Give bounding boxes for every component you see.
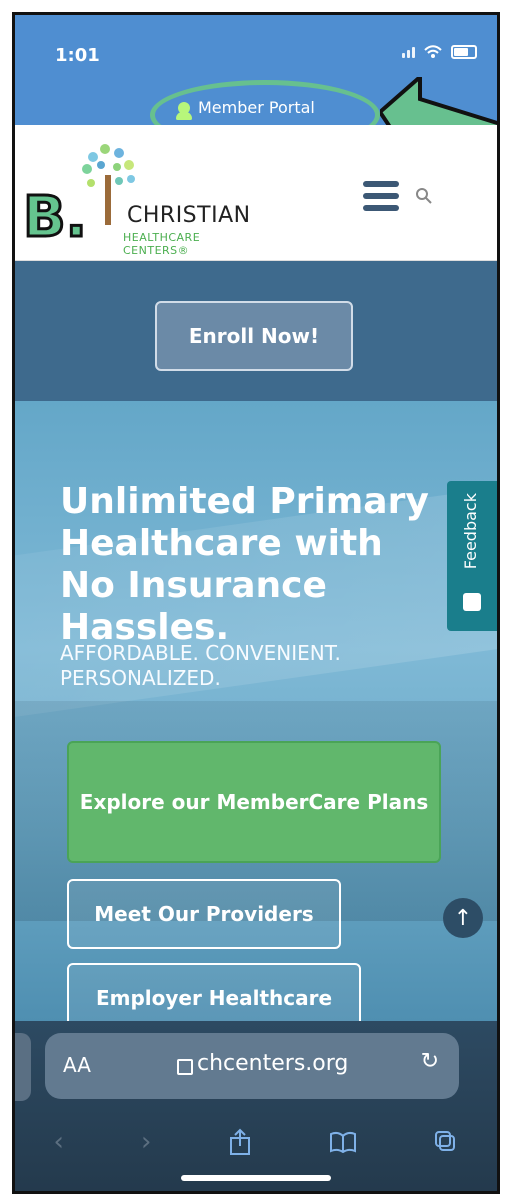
hamburger-menu-icon[interactable] xyxy=(363,181,399,211)
browser-bottom-bar: AA chcenters.org ↻ ‹ › xyxy=(15,1021,497,1191)
home-indicator xyxy=(181,1175,331,1181)
signal-icon xyxy=(402,46,415,58)
hero-subtitle-line: PERSONALIZED. xyxy=(60,666,221,690)
tabs-icon[interactable] xyxy=(434,1130,458,1154)
refresh-icon[interactable]: ↻ xyxy=(421,1049,439,1074)
hero-section: Unlimited Primary Healthcare with No Ins… xyxy=(15,401,497,1021)
browser-nav-row: ‹ › xyxy=(15,1117,497,1167)
url-text[interactable]: chcenters.org xyxy=(197,1051,348,1076)
phone-screen: 1:01 Member Portal CHRISTIAN HEALTHCARE … xyxy=(12,12,500,1194)
employer-healthcare-button[interactable]: Employer Healthcare xyxy=(67,963,361,1021)
lock-icon xyxy=(177,1059,193,1075)
scroll-to-top-button[interactable]: ↑ xyxy=(443,898,483,938)
feedback-tab[interactable]: Feedback xyxy=(447,481,497,631)
hero-title-line: No Insurance Hassles. xyxy=(60,565,327,649)
hero-title-line: Unlimited Primary xyxy=(60,481,429,522)
logo[interactable]: CHRISTIAN HEALTHCARE CENTERS® xyxy=(75,135,265,257)
search-icon[interactable] xyxy=(415,187,433,205)
status-icons xyxy=(402,45,477,59)
site-header: CHRISTIAN HEALTHCARE CENTERS® B. xyxy=(15,125,497,261)
meet-providers-button[interactable]: Meet Our Providers xyxy=(67,879,341,949)
brand-subtitle: HEALTHCARE CENTERS® xyxy=(123,231,201,257)
hero-subtitle: AFFORDABLE. CONVENIENT. PERSONALIZED. xyxy=(60,641,380,691)
forward-icon[interactable]: › xyxy=(141,1127,151,1157)
hero-title: Unlimited Primary Healthcare with No Ins… xyxy=(60,481,450,649)
bookmarks-icon[interactable] xyxy=(329,1131,357,1153)
back-icon[interactable]: ‹ xyxy=(54,1127,64,1157)
feedback-label: Feedback xyxy=(461,493,480,570)
previous-tab-edge[interactable] xyxy=(15,1033,31,1101)
enroll-band: Enroll Now! xyxy=(15,261,497,401)
arrow-up-icon: ↑ xyxy=(453,905,473,931)
hero-title-line: Healthcare with xyxy=(60,523,383,565)
wifi-icon xyxy=(424,45,442,58)
share-icon[interactable] xyxy=(228,1128,252,1156)
annotation-label: B. xyxy=(22,184,89,252)
battery-icon xyxy=(451,45,477,59)
hero-subtitle-line: AFFORDABLE. CONVENIENT. xyxy=(60,641,341,665)
reader-settings-button[interactable]: AA xyxy=(63,1053,91,1077)
status-and-portal-bar: 1:01 Member Portal xyxy=(15,15,497,164)
feedback-icon xyxy=(463,593,481,611)
brand-name: CHRISTIAN xyxy=(127,203,251,228)
enroll-now-button[interactable]: Enroll Now! xyxy=(155,301,353,371)
explore-plans-button[interactable]: Explore our MemberCare Plans xyxy=(67,741,441,863)
status-time: 1:01 xyxy=(55,45,100,66)
address-bar[interactable]: AA chcenters.org ↻ xyxy=(45,1033,459,1099)
